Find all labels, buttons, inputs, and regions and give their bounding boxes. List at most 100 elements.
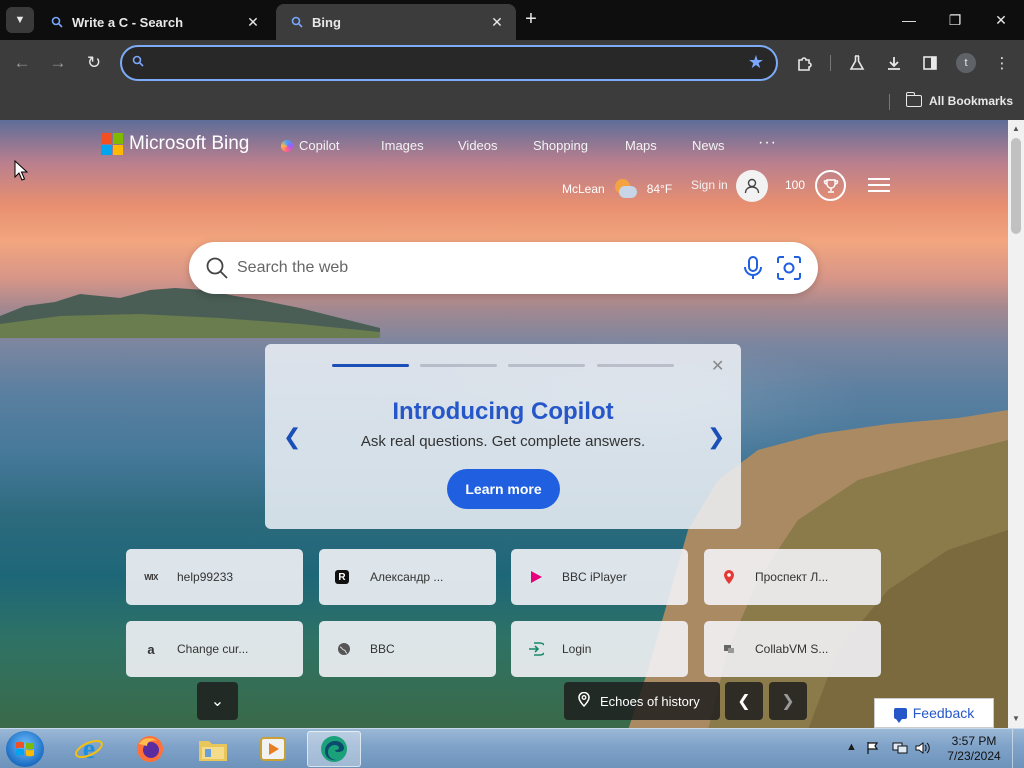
carousel-subtitle: Ask real questions. Get complete answers… (360, 433, 646, 450)
learn-more-button[interactable]: Learn more (447, 469, 560, 509)
bookmark-star-icon[interactable]: ★ (748, 52, 764, 73)
internet-explorer-icon[interactable]: e (62, 731, 116, 767)
quicklink-tile[interactable]: R Александр ... (319, 549, 496, 605)
bing-search-icon (290, 15, 304, 29)
nav-maps[interactable]: Maps (625, 138, 657, 153)
profile-avatar[interactable]: t (956, 53, 976, 73)
file-explorer-icon[interactable] (186, 731, 240, 767)
maximize-button[interactable]: ❐ (932, 0, 978, 40)
carousel-next-icon[interactable]: ❯ (707, 424, 725, 450)
carousel-progress-1[interactable] (332, 364, 409, 367)
scroll-up-icon[interactable]: ▲ (1008, 122, 1024, 136)
media-player-icon[interactable] (246, 731, 300, 767)
expand-feed-button[interactable]: ⌄ (197, 682, 238, 720)
quicklink-tile[interactable]: WIX help99233 (126, 549, 303, 605)
nav-images[interactable]: Images (381, 138, 424, 153)
search-input[interactable] (237, 256, 717, 280)
r-logo-icon: R (335, 570, 349, 584)
carousel-title: Introducing Copilot (392, 398, 614, 425)
labs-flask-icon[interactable] (846, 52, 868, 74)
quicklink-label: Login (562, 642, 592, 656)
volume-icon[interactable] (915, 741, 931, 758)
bbc-iplayer-icon (527, 568, 545, 586)
action-center-flag-icon[interactable] (866, 741, 880, 758)
quicklink-label: BBC (370, 642, 395, 656)
svg-text:e: e (83, 734, 95, 764)
network-icon[interactable] (892, 741, 908, 758)
quicklink-tile[interactable]: BBC (319, 621, 496, 677)
browser-toolbar: ← → ↻ ★ t ⋮ (0, 40, 1024, 86)
chevron-down-icon: ▼ (14, 14, 26, 26)
search-box[interactable] (189, 242, 818, 294)
close-tab-icon[interactable]: ✕ (244, 13, 262, 31)
tab-write-a-c-search[interactable]: Write a C - Search ✕ (36, 4, 272, 40)
nav-news[interactable]: News (692, 138, 725, 153)
nav-shopping[interactable]: Shopping (533, 138, 588, 153)
nav-copilot[interactable]: Copilot (281, 138, 339, 153)
background-mountain (0, 288, 380, 338)
rewards-trophy-icon[interactable] (815, 170, 846, 201)
close-window-button[interactable]: ✕ (978, 0, 1024, 40)
feedback-button[interactable]: Feedback (874, 698, 994, 728)
quicklink-label: help99233 (177, 570, 234, 584)
show-desktop-button[interactable] (1012, 729, 1024, 768)
all-bookmarks-label: All Bookmarks (929, 94, 1014, 108)
address-input[interactable] (156, 52, 716, 74)
carousel-progress-2[interactable] (420, 364, 497, 367)
carousel-prev-icon[interactable]: ❮ (283, 424, 301, 450)
chevron-down-icon: ⌄ (210, 693, 225, 710)
quicklink-tile[interactable]: Проспект Л... (704, 549, 881, 605)
side-panel-icon[interactable] (919, 52, 941, 74)
more-nav-button[interactable]: ··· (758, 134, 777, 152)
forward-button[interactable]: → (46, 51, 70, 75)
all-bookmarks-button[interactable]: All Bookmarks (905, 92, 1014, 108)
user-avatar-icon[interactable] (736, 170, 768, 202)
previous-image-button[interactable]: ❮ (725, 682, 763, 720)
download-icon[interactable] (883, 52, 905, 74)
scroll-down-icon[interactable]: ▼ (1008, 712, 1024, 726)
microphone-icon[interactable] (742, 255, 764, 286)
minimize-button[interactable]: — (886, 0, 932, 40)
system-clock[interactable]: 3:57 PM 7/23/2024 (942, 734, 1006, 764)
copilot-icon (281, 140, 293, 152)
firefox-icon[interactable] (123, 731, 177, 767)
visual-search-icon[interactable] (776, 255, 802, 286)
collabvm-icon (720, 640, 738, 658)
bing-logo-text: Microsoft Bing (129, 133, 250, 154)
scrollbar-thumb[interactable] (1011, 138, 1021, 234)
image-info-button[interactable]: Echoes of history (564, 682, 720, 720)
quicklink-tile[interactable]: Login (511, 621, 688, 677)
quicklink-tile[interactable]: a Change cur... (126, 621, 303, 677)
rewards-points[interactable]: 100 (785, 178, 805, 192)
reload-button[interactable]: ↻ (82, 51, 106, 75)
bookmarks-bar: All Bookmarks (0, 86, 1024, 120)
weather-widget[interactable]: McLean 84°F (562, 178, 672, 200)
kebab-menu-icon[interactable]: ⋮ (991, 52, 1013, 74)
show-hidden-icons[interactable]: ▲ (846, 741, 857, 753)
quicklink-label: BBC iPlayer (562, 570, 627, 584)
back-button[interactable]: ← (10, 51, 34, 75)
start-button[interactable] (6, 731, 44, 767)
quicklink-label: Change cur... (177, 642, 249, 656)
tab-bing[interactable]: Bing ✕ (276, 4, 516, 40)
page-scrollbar[interactable]: ▲ ▼ (1008, 120, 1024, 728)
mouse-cursor-icon (14, 160, 28, 181)
copilot-carousel: ✕ Introducing Copilot Ask real questions… (265, 344, 741, 529)
close-carousel-icon[interactable]: ✕ (711, 356, 724, 376)
tab-search-button[interactable]: ▼ (6, 7, 34, 33)
next-image-button[interactable]: ❯ (769, 682, 807, 720)
close-tab-icon[interactable]: ✕ (488, 13, 506, 31)
carousel-progress-4[interactable] (597, 364, 674, 367)
new-tab-button[interactable]: + (520, 8, 542, 30)
edge-taskbar-icon[interactable] (307, 731, 361, 767)
image-caption: Echoes of history (600, 693, 700, 709)
sign-in-link[interactable]: Sign in (691, 178, 728, 192)
nav-videos[interactable]: Videos (458, 138, 498, 153)
address-bar[interactable]: ★ (120, 45, 778, 81)
bing-logo[interactable]: Microsoft Bing (101, 133, 249, 155)
quicklink-tile[interactable]: CollabVM S... (704, 621, 881, 677)
quicklink-tile[interactable]: BBC iPlayer (511, 549, 688, 605)
extensions-icon[interactable] (794, 52, 816, 74)
carousel-progress-3[interactable] (508, 364, 585, 367)
hamburger-menu-icon[interactable] (868, 178, 890, 192)
